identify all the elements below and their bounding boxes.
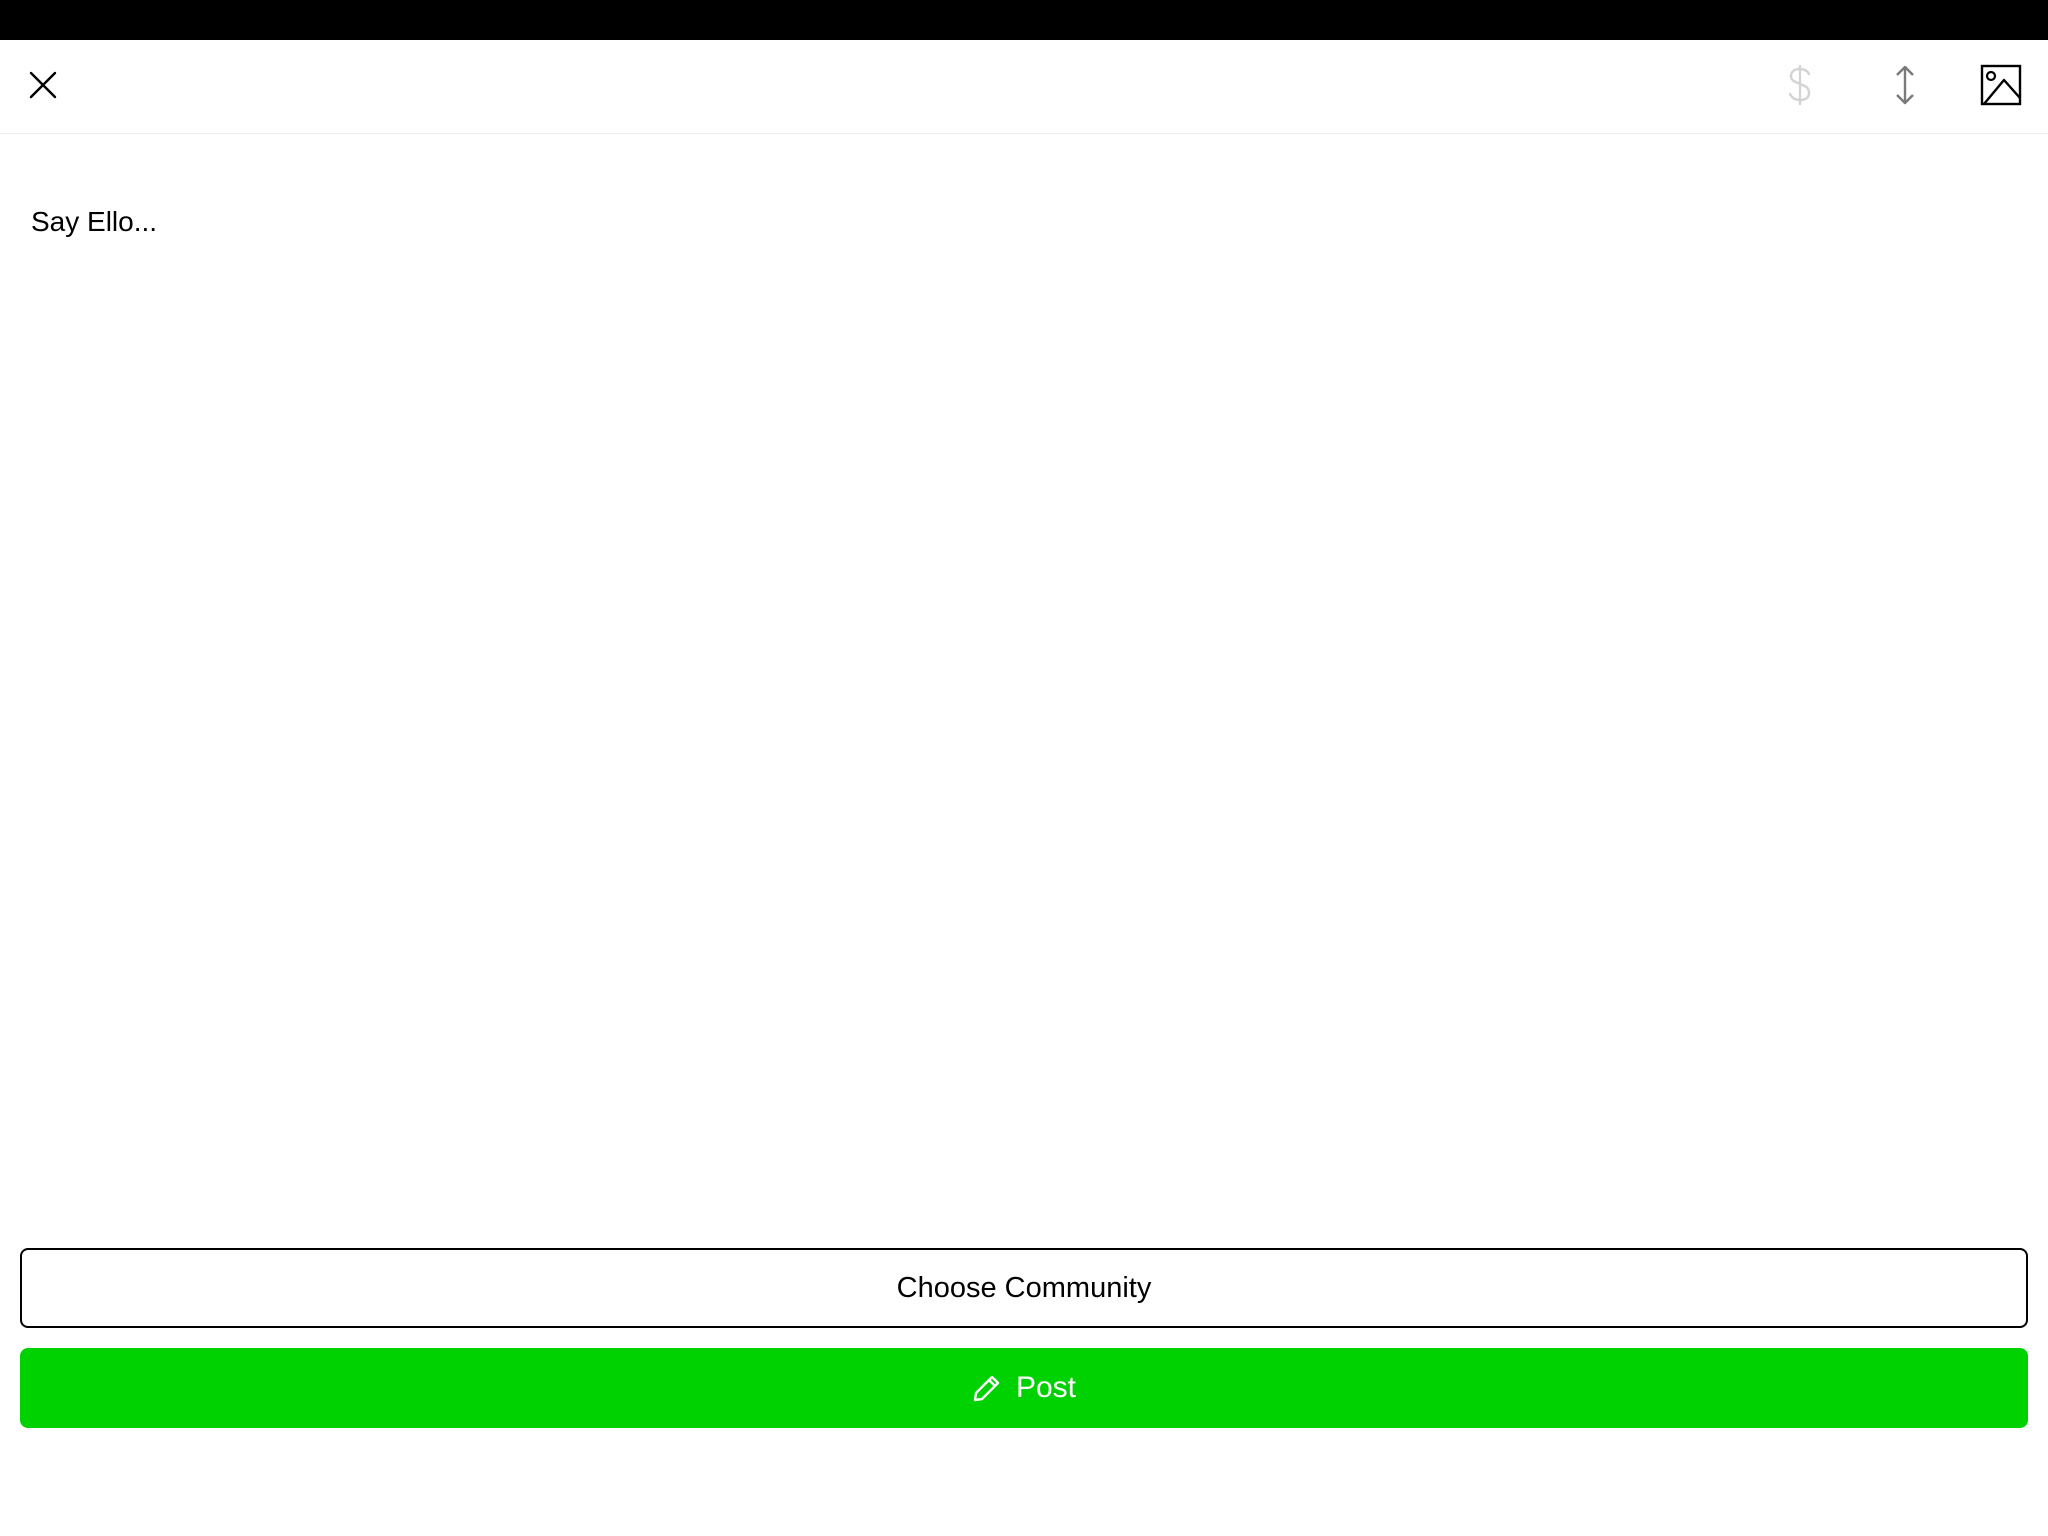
choose-community-button[interactable]: Choose Community bbox=[20, 1248, 2028, 1328]
choose-community-label: Choose Community bbox=[896, 1271, 1152, 1304]
post-composer-input[interactable] bbox=[30, 190, 2020, 1190]
image-icon bbox=[1980, 64, 2022, 111]
expand-button[interactable] bbox=[1875, 60, 1935, 114]
post-label: Post bbox=[1015, 1371, 1077, 1404]
status-bar bbox=[0, 0, 2048, 40]
vertical-resize-icon bbox=[1893, 65, 1917, 110]
close-icon bbox=[28, 70, 58, 105]
editor-toolbar bbox=[0, 40, 2048, 134]
add-image-button[interactable] bbox=[1972, 60, 2030, 114]
dollar-icon bbox=[1786, 63, 1814, 112]
close-button[interactable] bbox=[16, 60, 70, 114]
pencil-icon bbox=[972, 1373, 1002, 1403]
buy-link-button[interactable] bbox=[1770, 60, 1830, 114]
post-button[interactable]: Post bbox=[20, 1348, 2028, 1428]
